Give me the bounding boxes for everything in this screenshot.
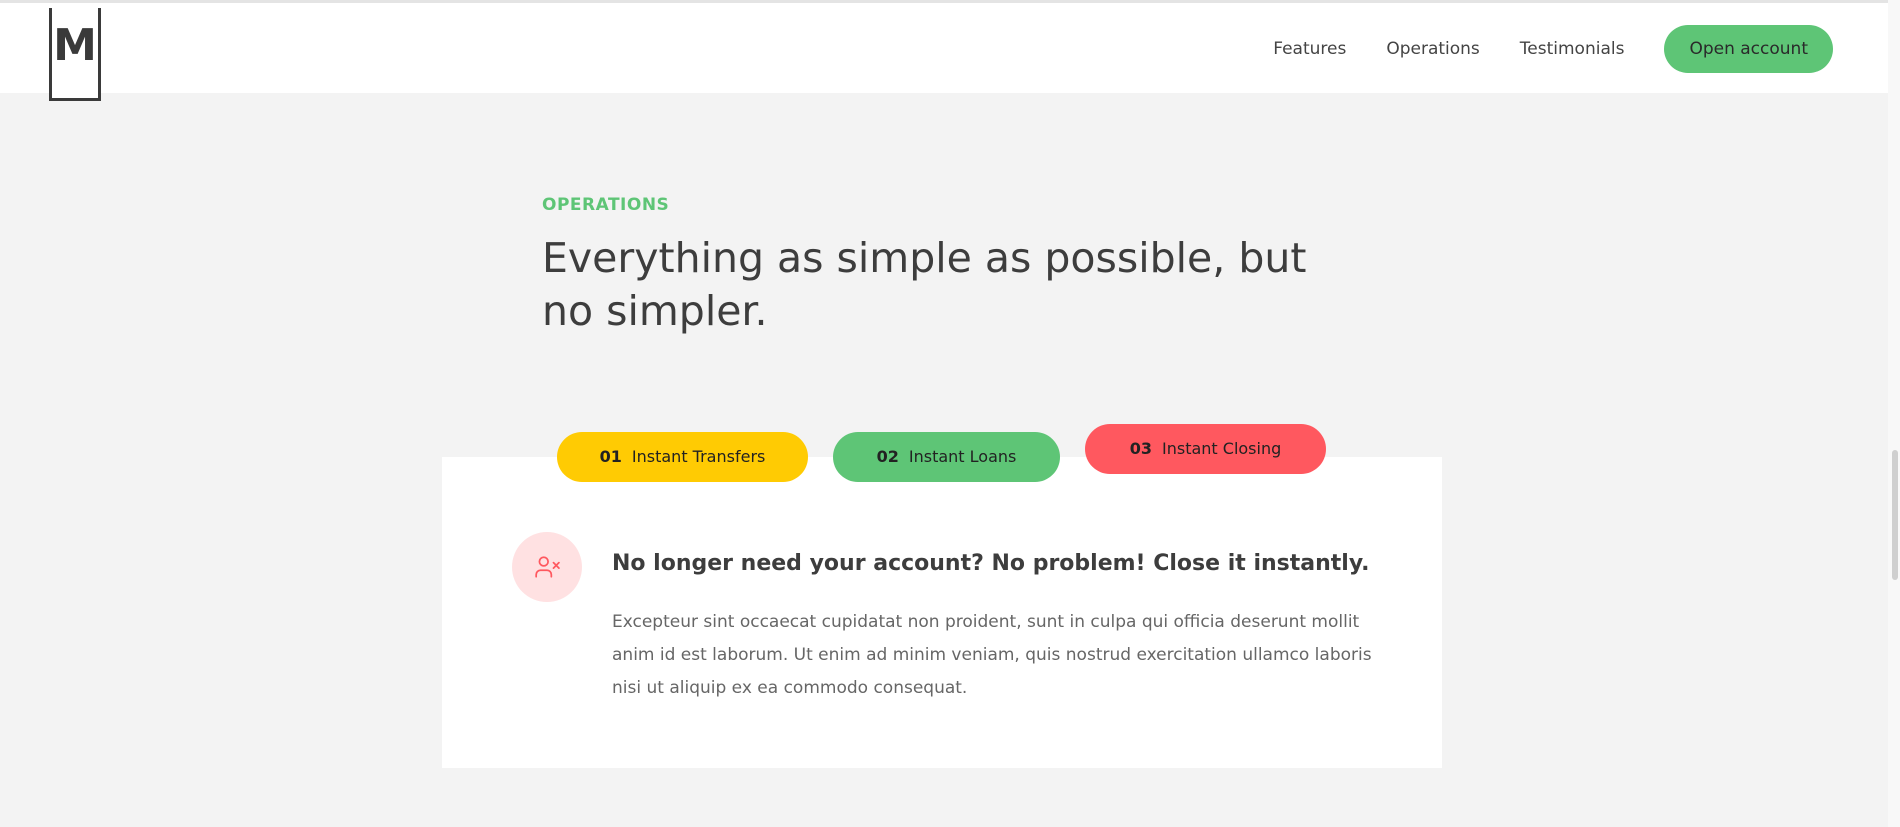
operation-title: No longer need your account? No problem!… <box>612 551 1370 576</box>
logo[interactable]: M <box>49 8 101 101</box>
main-nav: Features Operations Testimonials Open ac… <box>1233 25 1833 73</box>
tab-number: 01 <box>599 447 622 466</box>
nav-link-features[interactable]: Features <box>1273 39 1346 59</box>
scrollbar-thumb[interactable] <box>1892 450 1898 580</box>
section-title: Everything as simple as possible, but no… <box>542 234 1307 335</box>
nav-link-operations[interactable]: Operations <box>1386 39 1479 59</box>
tab-instant-closing[interactable]: 03 Instant Closing <box>1085 424 1326 474</box>
nav-link-testimonials[interactable]: Testimonials <box>1520 39 1625 59</box>
tab-number: 03 <box>1129 439 1152 458</box>
section-label: OPERATIONS <box>542 195 670 215</box>
user-x-icon <box>535 556 560 578</box>
open-account-button[interactable]: Open account <box>1664 25 1833 73</box>
operation-icon-circle <box>512 532 582 602</box>
logo-letter: M <box>53 20 97 71</box>
tab-instant-loans[interactable]: 02 Instant Loans <box>833 432 1060 482</box>
tab-label: Instant Transfers <box>631 447 766 466</box>
site-header: M Features Operations Testimonials Open … <box>0 3 1898 101</box>
tab-label: Instant Loans <box>908 447 1017 466</box>
tab-label: Instant Closing <box>1162 439 1282 458</box>
tab-number: 02 <box>876 447 899 466</box>
tab-instant-transfers[interactable]: 01 Instant Transfers <box>557 432 808 482</box>
operation-description: Excepteur sint occaecat cupidatat non pr… <box>612 612 1372 698</box>
scrollbar[interactable] <box>1888 0 1900 827</box>
